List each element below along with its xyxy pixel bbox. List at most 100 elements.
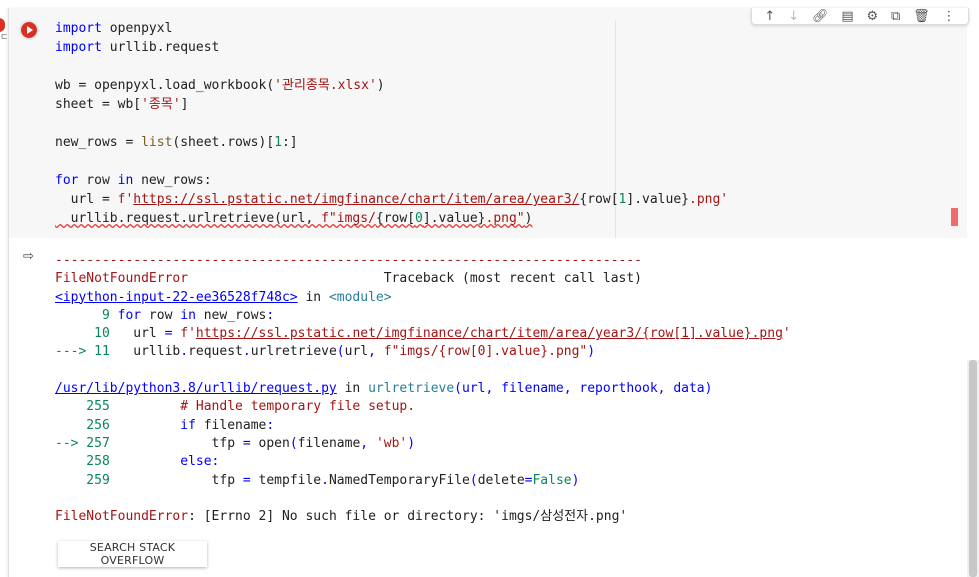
output-line-token: ) [587, 344, 596, 360]
delete-icon[interactable]: 🗑︎ [913, 8, 930, 25]
output-line: ----------------------------------------… [55, 252, 791, 270]
page-scrollbar[interactable] [967, 360, 979, 577]
output-line-token: tfp [109, 435, 243, 451]
code-line-token: f' [117, 192, 134, 207]
output-line: /usr/lib/python3.8/urllib/request.py in … [55, 380, 791, 398]
code-line-token: new_rows = [55, 135, 142, 150]
code-line-token: :] [281, 135, 298, 150]
output-line-token: ---> 11 [55, 344, 110, 360]
arrow-down-icon[interactable]: ↓ [788, 8, 799, 25]
output-line-token: , [368, 344, 376, 360]
output-line-token: <ipython-input-22-ee36528f748c> [55, 289, 298, 305]
output-line-token: in [336, 381, 369, 397]
output-line-token: , [360, 435, 369, 451]
output-line-token: for [117, 307, 142, 323]
code-line-token: list [141, 135, 173, 150]
output-line-token: ( [336, 344, 345, 360]
output-line: 259 tfp = tempfile.NamedTemporaryFile(de… [55, 472, 791, 490]
output-line-token: f' [180, 326, 196, 342]
code-line-token: {row[ [375, 211, 416, 226]
output-line-token: 259 [55, 472, 110, 488]
output-actions-icon[interactable]: ⇨ [23, 249, 34, 264]
output-line-token: open [250, 435, 290, 451]
output-line-token [110, 418, 180, 433]
output-line-token: . [321, 472, 329, 488]
cell-toolbar: ↑ ↓ 🔗︎ ▤ ⚙ ⧉ 🗑︎ ⋮ [751, 8, 969, 25]
code-line-token: ].value} [626, 192, 689, 207]
output-line-token: . [180, 344, 189, 360]
run-cell-button[interactable] [19, 20, 39, 40]
output-line: FileNotFoundError Traceback (most recent… [55, 270, 791, 288]
code-line-token: in [117, 173, 134, 188]
output-line: 255 # Handle temporary file setup. [55, 398, 791, 416]
code-line-token: '관리종목.xlsx' [274, 78, 377, 93]
output-line-token: NamedTemporaryFile [328, 472, 470, 488]
code-line-token: row [78, 173, 118, 188]
output-line-token: = [242, 472, 251, 488]
output-line: 256 if filename: [55, 417, 791, 435]
output-line-token: delete [477, 472, 525, 488]
output-line: --> 257 tfp = open(filename, 'wb') [55, 435, 791, 453]
code-line: url = f'https://ssl.pstatic.net/imgfinan… [55, 190, 729, 209]
output-line-token: : [Errno 2] No such file or directory: '… [188, 509, 628, 525]
output-line-token: tfp [109, 472, 243, 488]
output-line-token [110, 399, 180, 414]
code-text[interactable]: import openpyxl import urllib.request wb … [55, 19, 728, 228]
output-line-token: ( [469, 472, 478, 488]
settings-icon[interactable]: ⚙ [866, 8, 878, 25]
code-line: wb = openpyxl.load_workbook('관리종목.xlsx') [55, 76, 728, 95]
comment-icon[interactable]: ▤ [841, 8, 853, 25]
code-line-token: sheet = wb[ [55, 97, 142, 112]
output-line-token: new_rows [195, 307, 267, 323]
output-line-token: 255 [55, 399, 110, 415]
arrow-up-icon[interactable]: ↑ [764, 8, 775, 25]
output-line-token: in [297, 289, 329, 305]
code-line-token: openpyxl [101, 21, 173, 36]
cell-output: ----------------------------------------… [55, 252, 791, 526]
output-line-token: 10 [55, 326, 110, 342]
output-line-token: ' [782, 326, 791, 342]
output-line-token: FileNotFoundError [55, 271, 189, 287]
code-line-token: {row[ [579, 192, 619, 207]
mirror-icon[interactable]: ⧉ [891, 8, 900, 25]
search-stack-overflow-button[interactable]: SEARCH STACK OVERFLOW [58, 541, 207, 567]
scrollbar-thumb[interactable] [969, 360, 977, 577]
output-line-token: : [266, 307, 275, 323]
output-line: FileNotFoundError: [Errno 2] No such fil… [55, 508, 791, 526]
output-line-token: : [266, 417, 275, 433]
output-line: 258 else: [55, 453, 791, 471]
output-line-token: --> 257 [55, 435, 110, 451]
code-line-token: import [55, 40, 102, 55]
output-line-token: tempfile [250, 472, 322, 488]
output-line-token: <module> [328, 289, 392, 305]
output-line-token: 'wb' [375, 435, 408, 451]
code-line-token: ] [180, 97, 189, 112]
code-line-token: ].value} [422, 211, 486, 226]
code-line-token: https://ssl.pstatic.net/imgfinance/chart… [133, 192, 580, 207]
output-line-token: url [109, 326, 165, 342]
link-icon[interactable]: 🔗︎ [812, 8, 829, 25]
code-line-token: 1 [274, 135, 282, 150]
code-line-token: wb = openpyxl.load_workbook( [55, 78, 275, 93]
code-line-token: f"imgs/ [321, 211, 376, 226]
code-line: urllib.request.urlretrieve(url, f"imgs/{… [55, 209, 728, 228]
output-line-token: in [180, 307, 196, 323]
code-line: sheet = wb['종목'] [55, 95, 728, 114]
output-line-token [376, 344, 384, 359]
code-cell[interactable]: import openpyxl import urllib.request wb … [8, 8, 969, 577]
run-icon [21, 22, 37, 38]
more-icon[interactable]: ⋮ [943, 8, 956, 25]
output-line-token [110, 454, 180, 469]
code-line: for row in new_rows: [55, 171, 728, 190]
code-line-token: url = [55, 192, 118, 207]
output-line: ---> 11 urllib.request.urlretrieve(url, … [55, 343, 791, 361]
code-line-token: ) [376, 78, 385, 93]
output-line-token: urllib [109, 344, 181, 360]
code-line-token: 0 [415, 211, 423, 226]
code-editor[interactable]: import openpyxl import urllib.request wb … [9, 8, 967, 238]
code-line: import urllib.request [55, 38, 728, 57]
code-line-token: for [55, 173, 79, 188]
